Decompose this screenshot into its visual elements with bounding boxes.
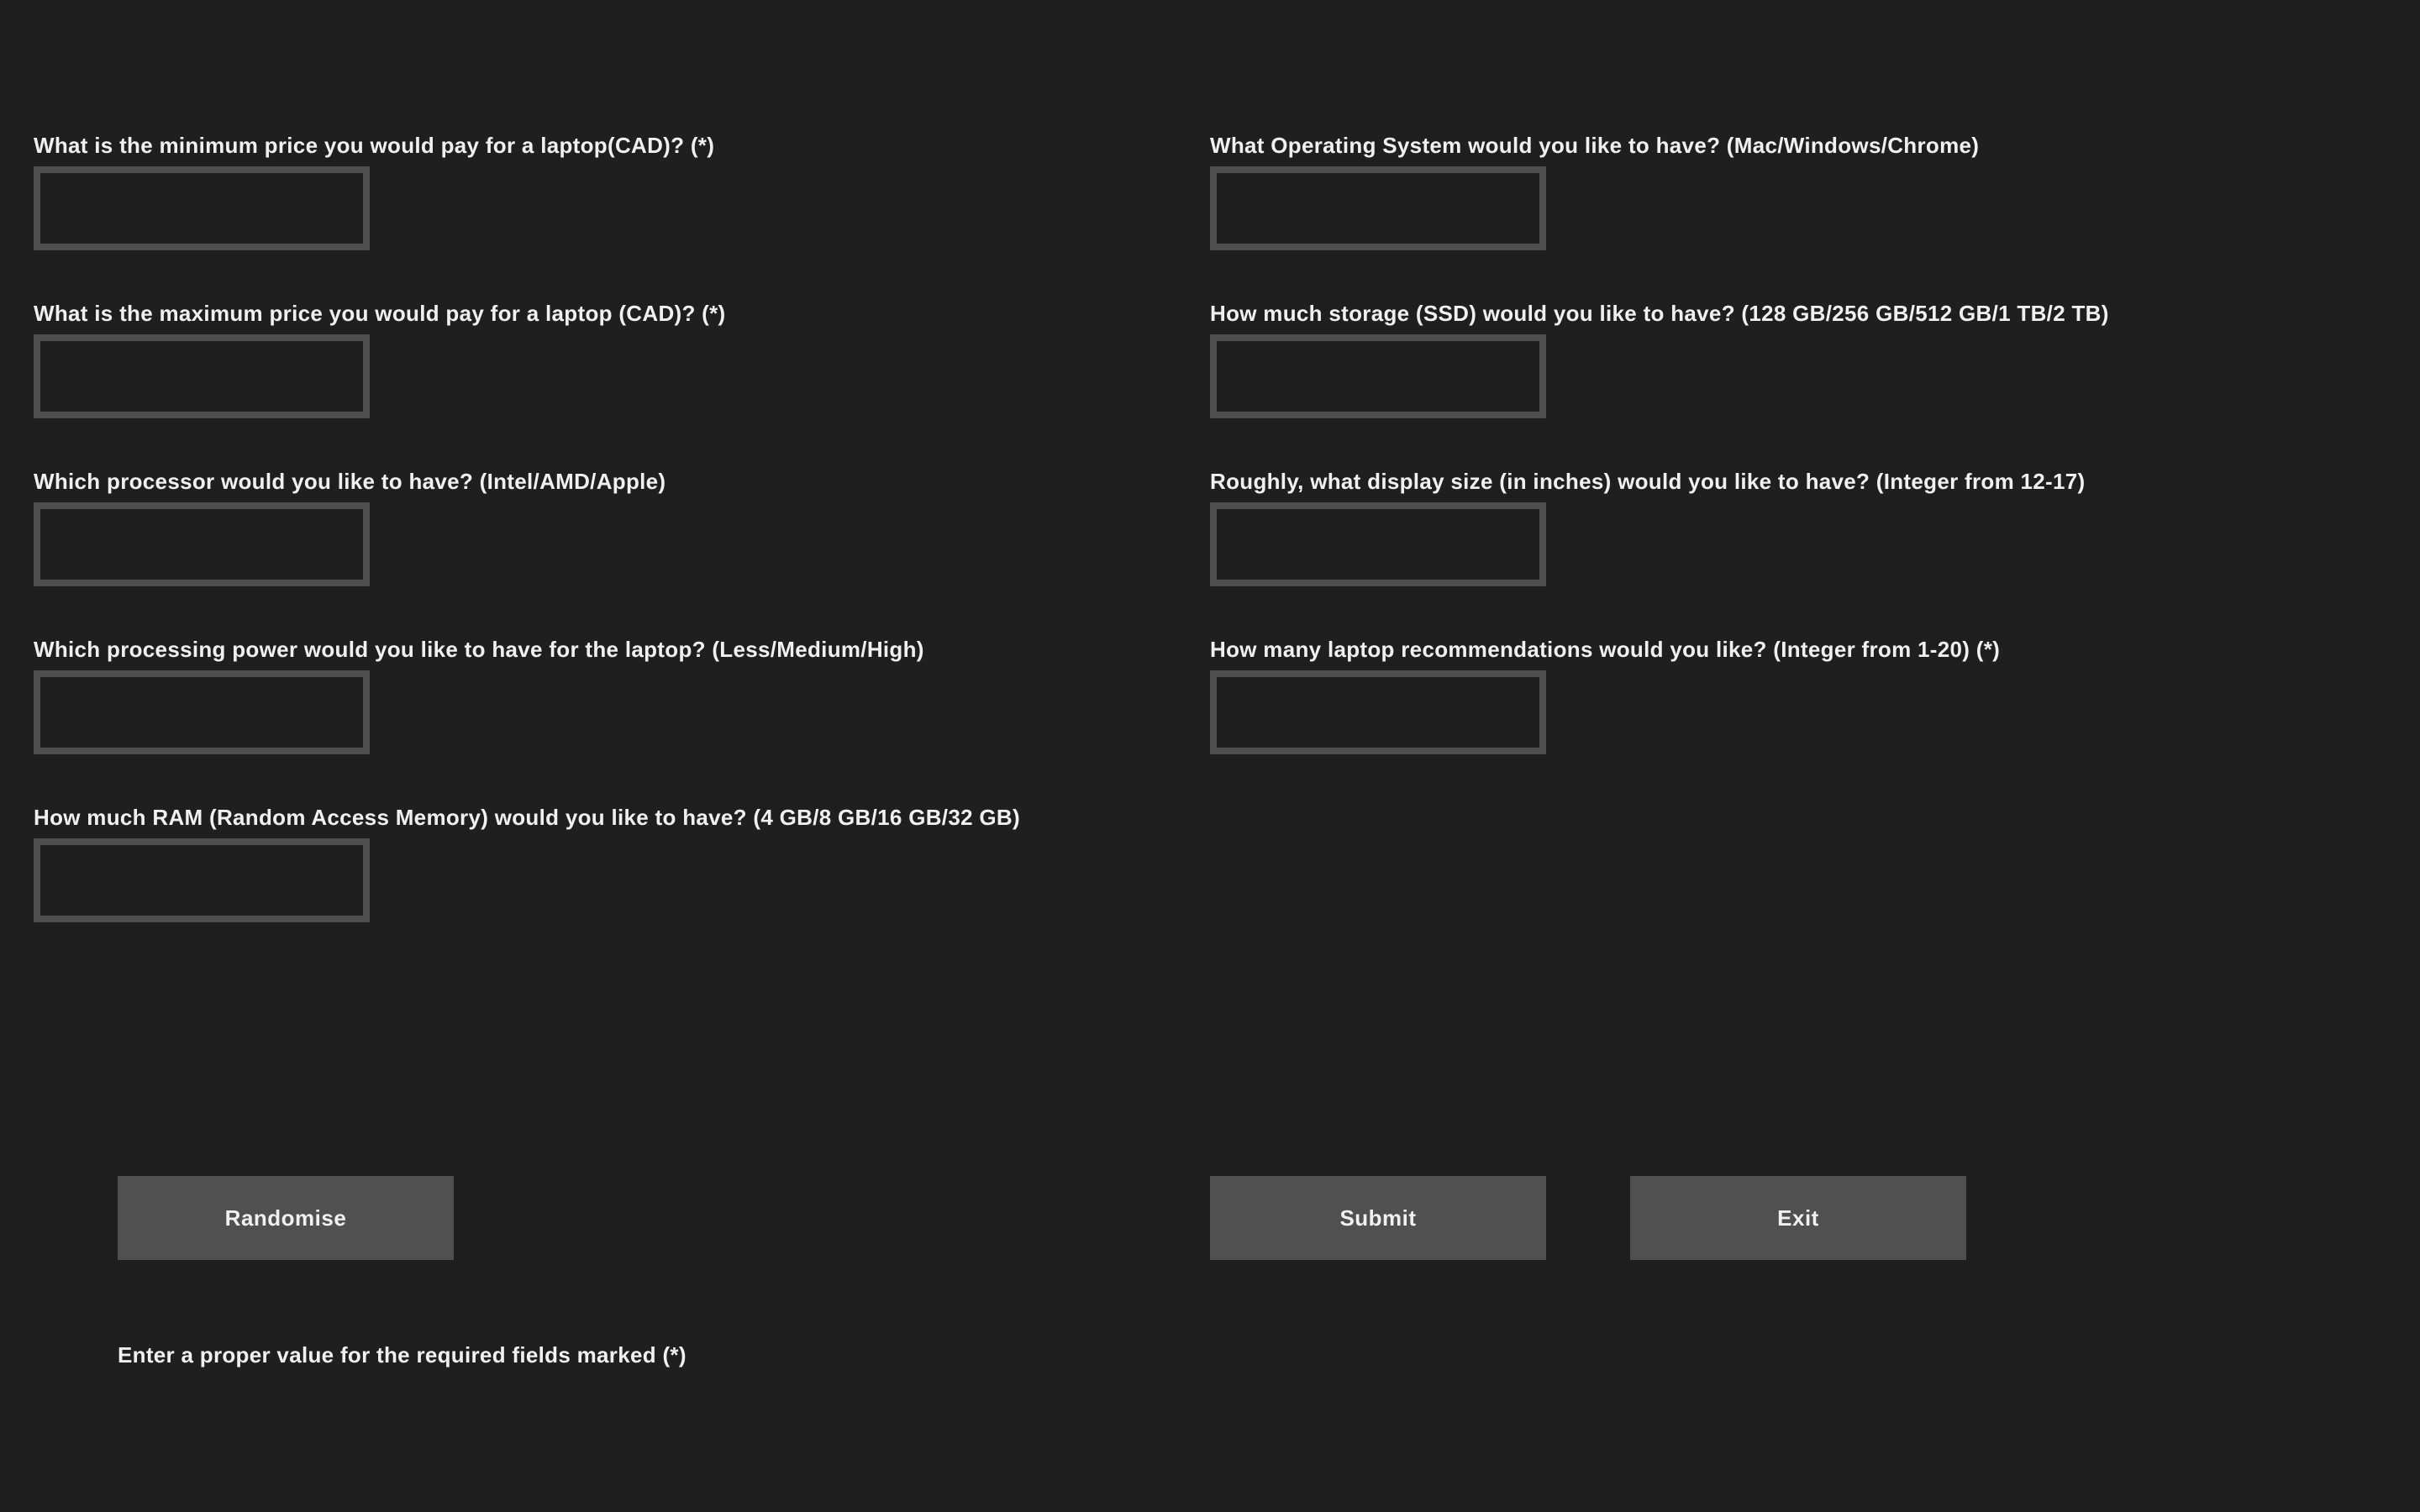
processor-label: Which processor would you like to have? … <box>34 469 666 494</box>
processing-power-field: Which processing power would you like to… <box>34 637 1210 754</box>
min-price-input[interactable] <box>34 166 370 250</box>
processing-power-input[interactable] <box>34 670 370 754</box>
recommendations-count-field: How many laptop recommendations would yo… <box>1210 637 2386 754</box>
randomise-button[interactable]: Randomise <box>118 1176 454 1260</box>
laptop-recommender-window: What is the minimum price you would pay … <box>0 0 2420 1512</box>
ram-input[interactable] <box>34 838 370 922</box>
recommendations-count-input[interactable] <box>1210 670 1546 754</box>
storage-input[interactable] <box>1210 334 1546 418</box>
operating-system-field: What Operating System would you like to … <box>1210 133 2386 250</box>
max-price-input[interactable] <box>34 334 370 418</box>
operating-system-label: What Operating System would you like to … <box>1210 133 1980 158</box>
storage-label: How much storage (SSD) would you like to… <box>1210 301 2109 326</box>
ram-field: How much RAM (Random Access Memory) woul… <box>34 805 1210 922</box>
processor-field: Which processor would you like to have? … <box>34 469 1210 586</box>
max-price-label: What is the maximum price you would pay … <box>34 301 726 326</box>
recommendations-count-label: How many laptop recommendations would yo… <box>1210 637 2001 662</box>
validation-message: Enter a proper value for the required fi… <box>118 1342 687 1368</box>
display-size-label: Roughly, what display size (in inches) w… <box>1210 469 2086 494</box>
storage-field: How much storage (SSD) would you like to… <box>1210 301 2386 418</box>
ram-label: How much RAM (Random Access Memory) woul… <box>34 805 1020 830</box>
display-size-field: Roughly, what display size (in inches) w… <box>1210 469 2386 586</box>
submit-button[interactable]: Submit <box>1210 1176 1546 1260</box>
max-price-field: What is the maximum price you would pay … <box>34 301 1210 418</box>
processing-power-label: Which processing power would you like to… <box>34 637 924 662</box>
display-size-input[interactable] <box>1210 502 1546 586</box>
processor-input[interactable] <box>34 502 370 586</box>
exit-button[interactable]: Exit <box>1630 1176 1966 1260</box>
operating-system-input[interactable] <box>1210 166 1546 250</box>
min-price-field: What is the minimum price you would pay … <box>34 133 1210 250</box>
min-price-label: What is the minimum price you would pay … <box>34 133 715 158</box>
